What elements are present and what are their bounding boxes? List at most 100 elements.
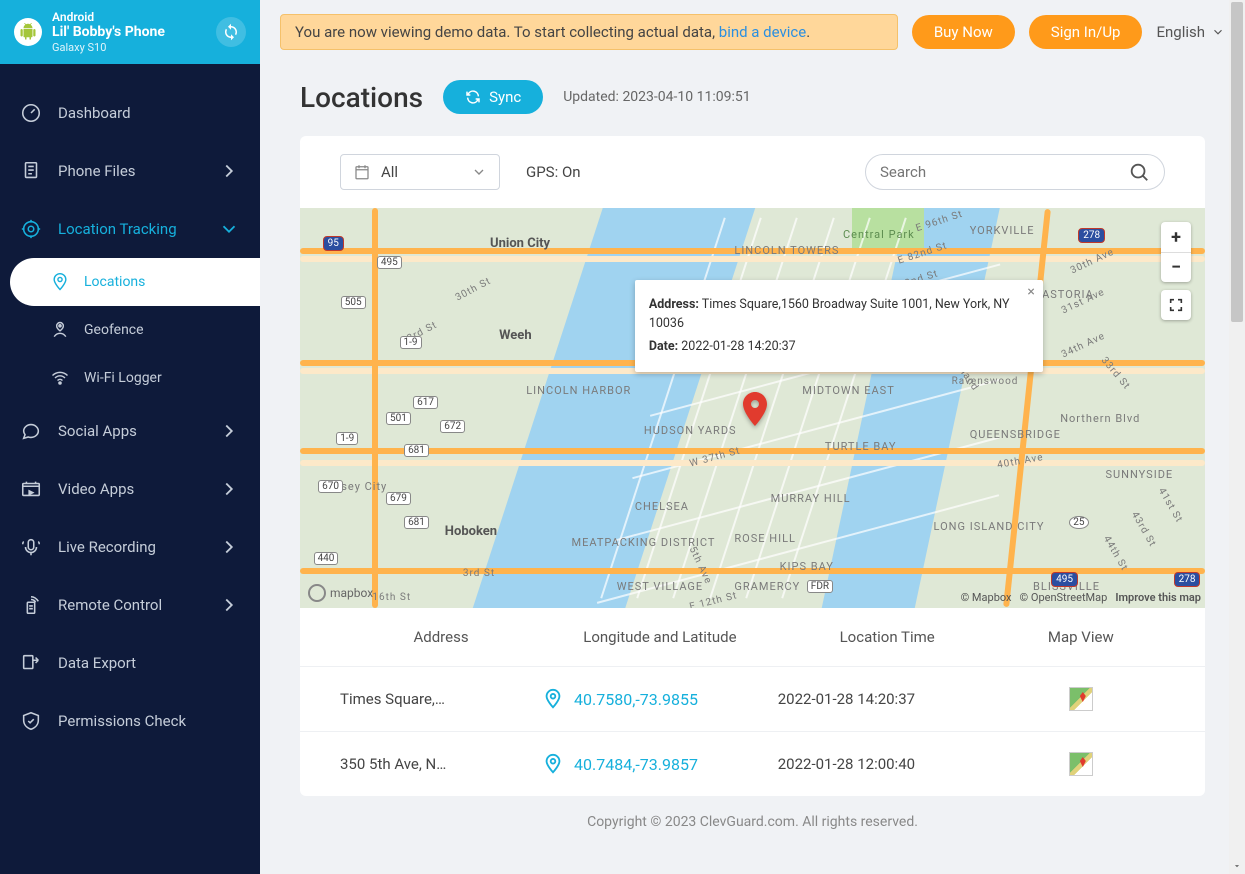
nav-label: Phone Files xyxy=(58,162,202,180)
nav-live-recording[interactable]: Live Recording xyxy=(0,518,260,576)
table-row: Times Square,… 40.7580,-73.9855 2022-01-… xyxy=(300,666,1205,731)
popup-close-button[interactable]: × xyxy=(1027,284,1034,300)
chevron-down-icon xyxy=(1211,25,1225,39)
android-icon xyxy=(14,18,42,46)
nav-label: Permissions Check xyxy=(58,712,240,730)
bind-device-link[interactable]: bind a device xyxy=(719,23,806,41)
banner-text-post: . xyxy=(806,23,810,41)
date-filter-label: All xyxy=(381,163,461,181)
chevron-right-icon xyxy=(218,478,240,500)
search-icon xyxy=(1128,161,1150,183)
scrollbar-down-button[interactable] xyxy=(1229,858,1245,874)
coords-cell[interactable]: 40.7484,-73.9857 xyxy=(542,753,778,775)
nav-label: Social Apps xyxy=(58,422,202,440)
nav-label: Remote Control xyxy=(58,596,202,614)
gps-status: GPS: On xyxy=(526,163,581,181)
chevron-right-icon xyxy=(218,420,240,442)
signin-button[interactable]: Sign In/Up xyxy=(1029,15,1143,49)
nav-label: Dashboard xyxy=(58,104,240,122)
sub-geofence[interactable]: Geofence xyxy=(10,306,260,354)
nav-data-export[interactable]: Data Export xyxy=(0,634,260,692)
zoom-in-button[interactable]: + xyxy=(1161,222,1191,252)
date-filter[interactable]: All xyxy=(340,154,500,190)
nav-dashboard[interactable]: Dashboard xyxy=(0,84,260,142)
col-mapview: Map View xyxy=(997,628,1165,646)
col-time: Location Time xyxy=(778,628,997,646)
mapbox-logo: mapbox xyxy=(308,584,373,602)
col-coords: Longitude and Latitude xyxy=(542,628,778,646)
address-cell: 350 5th Ave, N… xyxy=(340,755,542,773)
locations-card: All GPS: On xyxy=(300,136,1205,796)
table-row: 350 5th Ave, N… 40.7484,-73.9857 2022-01… xyxy=(300,731,1205,796)
fullscreen-button[interactable] xyxy=(1161,290,1191,320)
chevron-right-icon xyxy=(218,536,240,558)
sub-nav-location: Locations Geofence Wi-Fi Logger xyxy=(0,258,260,402)
nav: Dashboard Phone Files Location Tracking … xyxy=(0,64,260,770)
sync-button[interactable]: Sync xyxy=(443,80,543,114)
device-header: Android Lil' Bobby's Phone Galaxy S10 xyxy=(0,0,260,64)
zoom-out-button[interactable]: − xyxy=(1161,252,1191,282)
device-model: Galaxy S10 xyxy=(52,41,206,54)
nav-phone-files[interactable]: Phone Files xyxy=(0,142,260,200)
chevron-right-icon xyxy=(218,594,240,616)
nav-label: Video Apps xyxy=(58,480,202,498)
coords-cell[interactable]: 40.7580,-73.9855 xyxy=(542,688,778,710)
swap-device-button[interactable] xyxy=(216,17,246,47)
attrib-osm[interactable]: © OpenStreetMap xyxy=(1020,591,1108,604)
nav-remote-control[interactable]: Remote Control xyxy=(0,576,260,634)
map-controls: + − xyxy=(1161,222,1191,320)
sub-wifi-logger[interactable]: Wi-Fi Logger xyxy=(10,354,260,402)
time-cell: 2022-01-28 14:20:37 xyxy=(778,690,997,708)
page-title: Locations xyxy=(300,81,423,114)
device-info: Android Lil' Bobby's Phone Galaxy S10 xyxy=(52,10,206,54)
attrib-mapbox[interactable]: © Mapbox xyxy=(961,591,1012,604)
language-selector[interactable]: English xyxy=(1156,23,1225,41)
sync-icon xyxy=(465,89,481,105)
demo-banner: You are now viewing demo data. To start … xyxy=(280,14,898,50)
nav-video-apps[interactable]: Video Apps xyxy=(0,460,260,518)
mapview-button[interactable] xyxy=(1069,752,1093,776)
search-box[interactable] xyxy=(865,154,1165,190)
col-address: Address xyxy=(340,628,542,646)
mapview-button[interactable] xyxy=(1069,687,1093,711)
device-name: Lil' Bobby's Phone xyxy=(52,24,206,41)
main: You are now viewing demo data. To start … xyxy=(260,0,1245,874)
pin-icon xyxy=(542,688,564,710)
table-header: Address Longitude and Latitude Location … xyxy=(300,608,1205,666)
updated-text: Updated: 2023-04-10 11:09:51 xyxy=(563,89,750,105)
filter-bar: All GPS: On xyxy=(300,136,1205,208)
scrollbar-thumb[interactable] xyxy=(1231,2,1243,322)
banner-text-pre: You are now viewing demo data. To start … xyxy=(295,23,719,41)
sidebar: Android Lil' Bobby's Phone Galaxy S10 Da… xyxy=(0,0,260,874)
nav-label: Live Recording xyxy=(58,538,202,556)
chevron-right-icon xyxy=(218,160,240,182)
nav-permissions-check[interactable]: Permissions Check xyxy=(0,692,260,750)
map-popup: × Address: Times Square,1560 Broadway Su… xyxy=(635,280,1043,372)
time-cell: 2022-01-28 12:00:40 xyxy=(778,755,997,773)
buy-now-button[interactable]: Buy Now xyxy=(912,15,1015,49)
sync-label: Sync xyxy=(489,88,521,106)
map-attribution: © Mapbox © OpenStreetMap Improve this ma… xyxy=(961,591,1201,604)
lang-label: English xyxy=(1156,23,1205,41)
chevron-down-icon xyxy=(471,164,487,180)
nav-social-apps[interactable]: Social Apps xyxy=(0,402,260,460)
nav-label: Data Export xyxy=(58,654,240,672)
chevron-down-icon xyxy=(218,218,240,240)
address-cell: Times Square,… xyxy=(340,690,542,708)
nav-label: Location Tracking xyxy=(58,220,202,238)
device-os: Android xyxy=(52,10,206,24)
page-scrollbar[interactable] xyxy=(1229,0,1245,874)
calendar-icon xyxy=(353,163,371,181)
content: Locations Sync Updated: 2023-04-10 11:09… xyxy=(260,64,1245,850)
nav-location-tracking[interactable]: Location Tracking xyxy=(0,200,260,258)
pin-icon xyxy=(542,753,564,775)
map[interactable]: Union City Weeh Hoboken Jersey City LINC… xyxy=(300,208,1205,608)
map-marker[interactable] xyxy=(743,392,767,426)
improve-map-link[interactable]: Improve this map xyxy=(1115,591,1201,604)
footer: Copyright © 2023 ClevGuard.com. All righ… xyxy=(300,796,1205,830)
search-input[interactable] xyxy=(880,163,1128,181)
locations-table: Address Longitude and Latitude Location … xyxy=(300,608,1205,796)
sub-locations[interactable]: Locations xyxy=(10,258,260,306)
page-header: Locations Sync Updated: 2023-04-10 11:09… xyxy=(300,80,1205,114)
sub-label: Geofence xyxy=(84,322,144,338)
